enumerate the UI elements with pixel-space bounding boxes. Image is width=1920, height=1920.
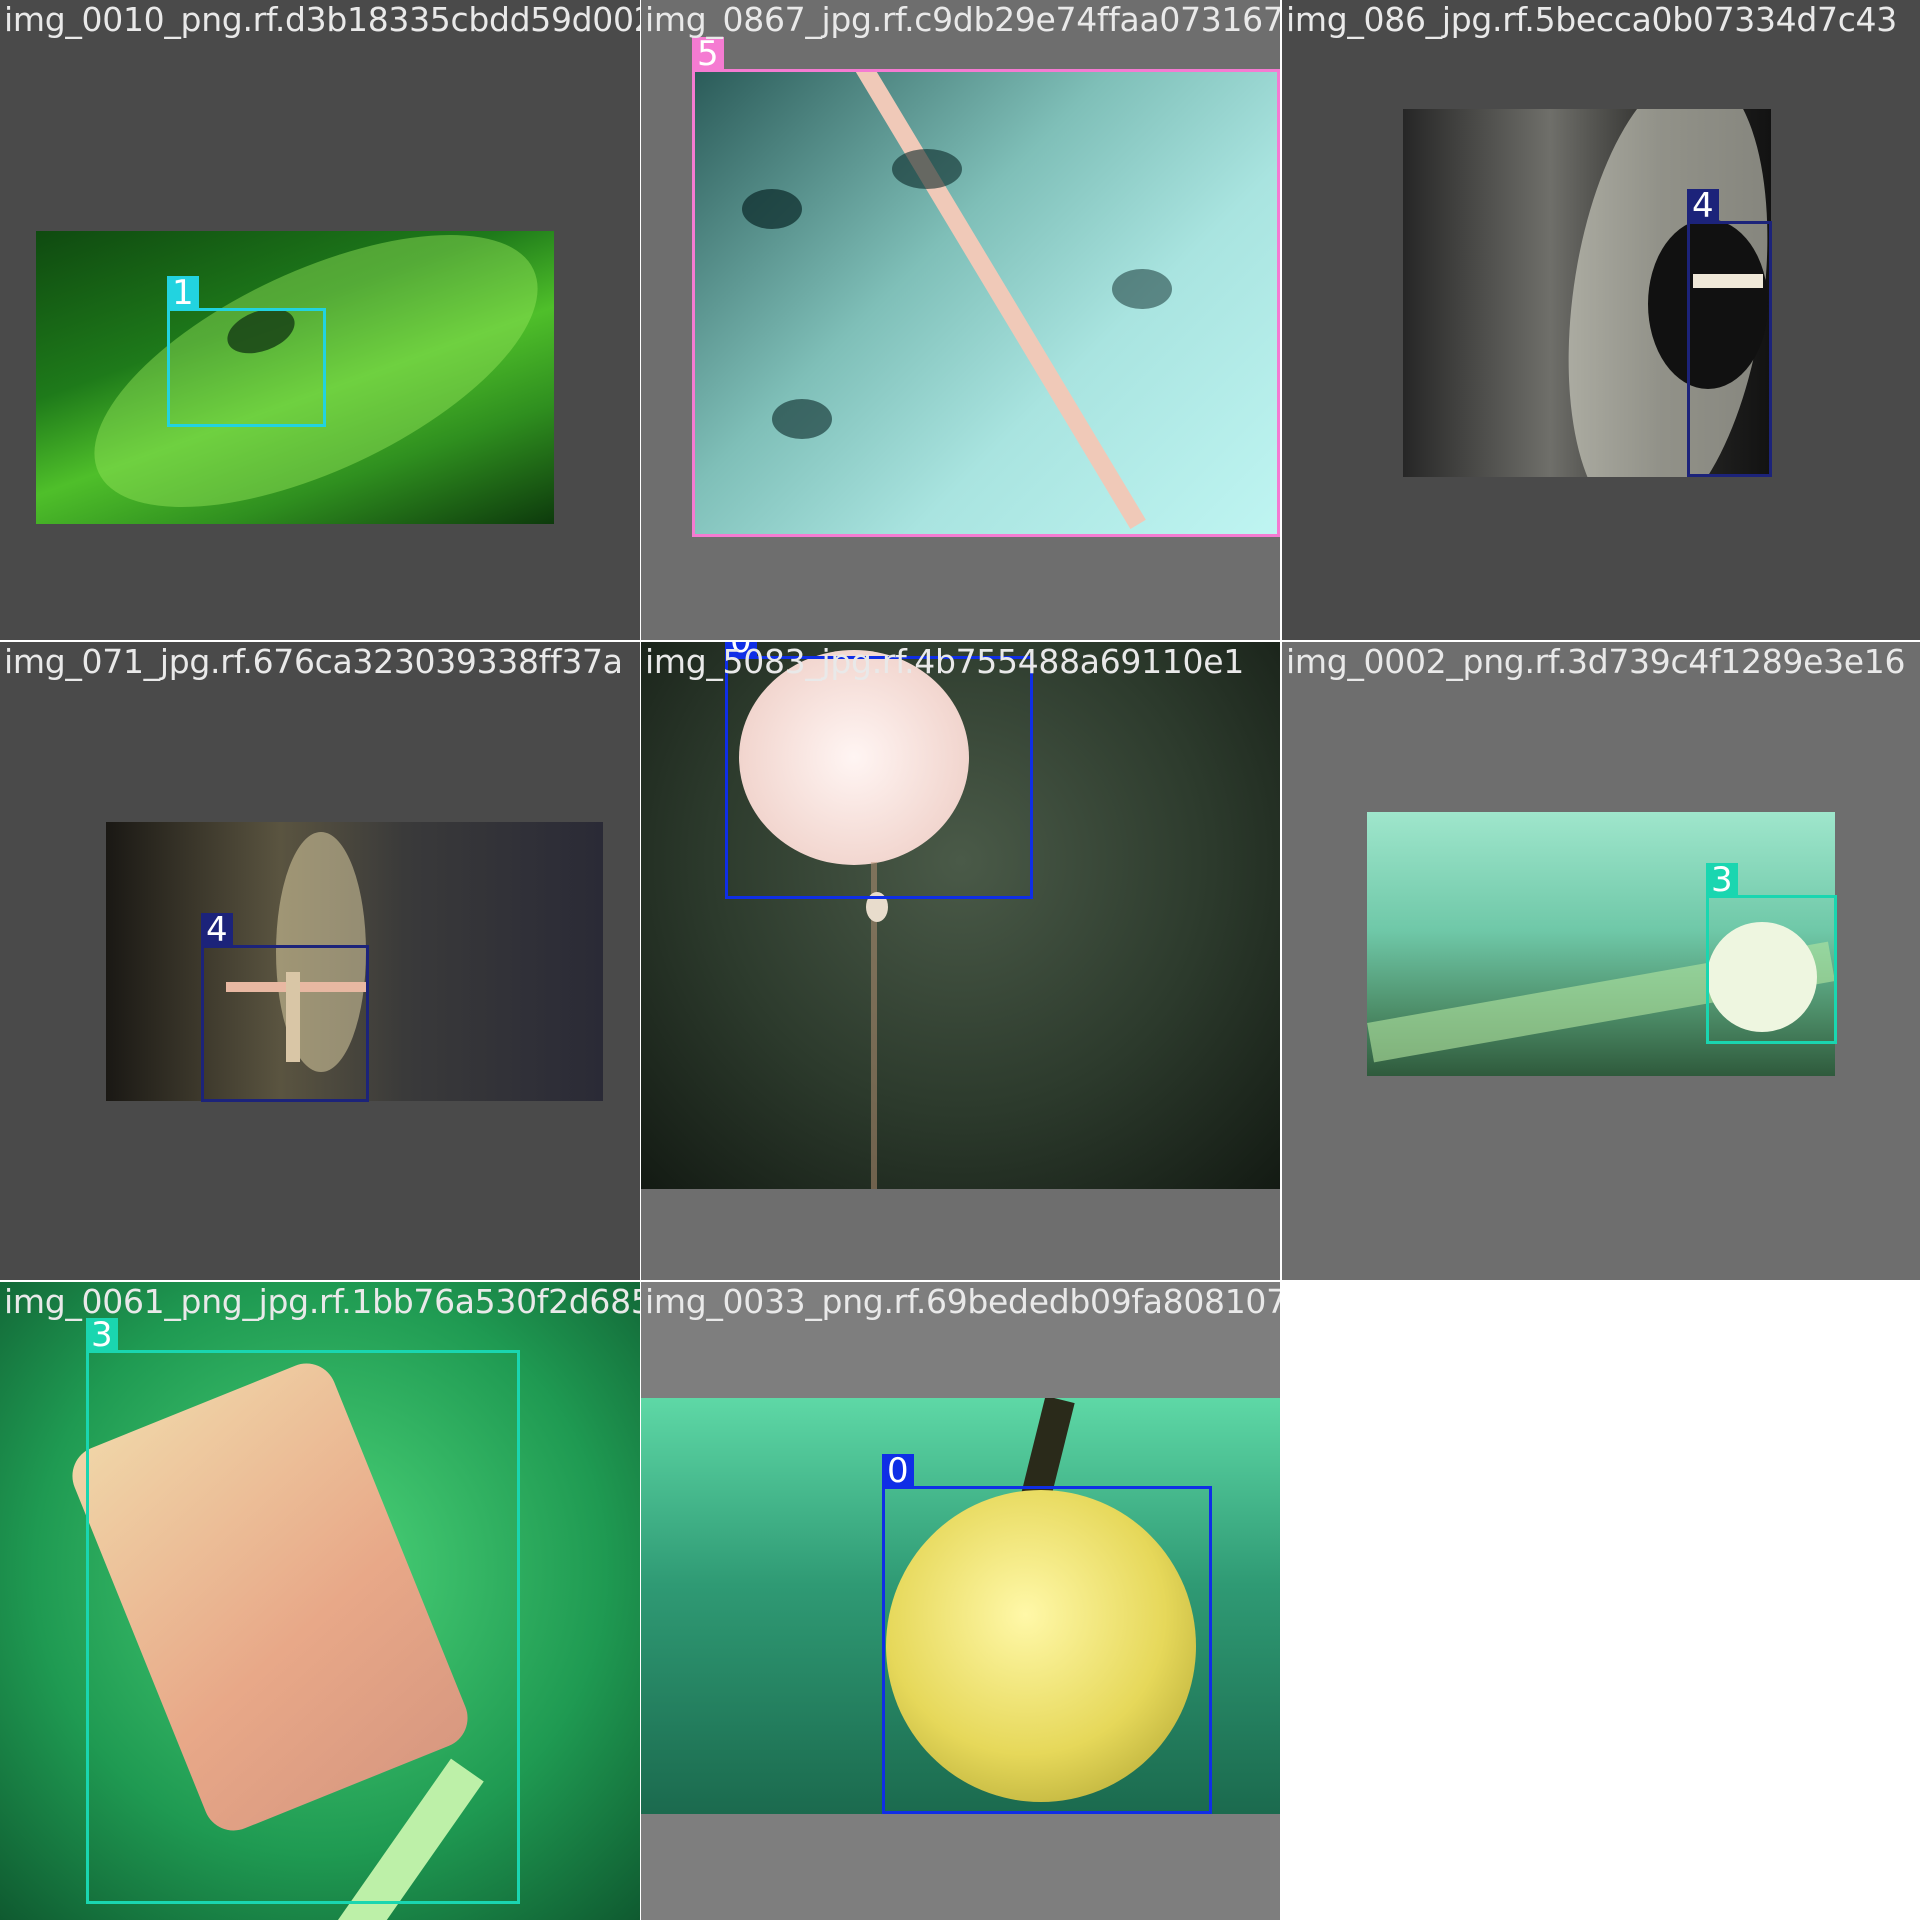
detection-box <box>882 1486 1212 1814</box>
tile-4: img_071_jpg.rf.676ca323039338ff37a 4 <box>0 642 642 1282</box>
tile-1: img_0010_png.rf.d3b18335cbdd59d0027a8867… <box>0 0 642 642</box>
detection-box <box>725 656 1033 899</box>
empty-cell <box>1282 1282 1920 1920</box>
tile-caption: img_5083_jpg.rf.4b755488a69110e1 <box>645 642 1244 681</box>
class-label: 4 <box>1687 189 1719 223</box>
detection-box <box>201 945 369 1102</box>
tile-caption: img_0010_png.rf.d3b18335cbdd59d0027a8867 <box>4 0 640 39</box>
tile-2: img_0867_jpg.rf.c9db29e74ffaa0731679ac0a… <box>641 0 1282 642</box>
class-label: 0 <box>882 1454 914 1488</box>
class-label: 3 <box>1706 863 1738 897</box>
detection-box <box>1687 221 1772 477</box>
tile-8: img_0033_png.rf.69bededb09fa808107763a61… <box>641 1282 1282 1920</box>
detection-box <box>692 69 1280 537</box>
class-label: 5 <box>692 37 724 71</box>
tile-6: img_0002_png.rf.3d739c4f1289e3e16 3 <box>1282 642 1920 1282</box>
tile-caption: img_0033_png.rf.69bededb09fa808107763a61 <box>645 1282 1280 1321</box>
tile-caption: img_0061_png_jpg.rf.1bb76a530f2d685d8f <box>4 1282 642 1321</box>
detection-box <box>167 308 326 427</box>
tile-caption: img_086_jpg.rf.5becca0b07334d7c43 <box>1286 0 1897 39</box>
tile-7: img_0061_png_jpg.rf.1bb76a530f2d685d8f 3 <box>0 1282 642 1920</box>
tile-caption: img_0002_png.rf.3d739c4f1289e3e16 <box>1286 642 1906 681</box>
tile-3: img_086_jpg.rf.5becca0b07334d7c43 4 <box>1282 0 1920 642</box>
detection-box <box>1706 895 1837 1044</box>
tile-caption: img_0867_jpg.rf.c9db29e74ffaa0731679ac0a <box>645 0 1282 39</box>
tile-caption: img_071_jpg.rf.676ca323039338ff37a <box>4 642 623 681</box>
class-label: 1 <box>167 276 199 310</box>
class-label: 4 <box>201 913 233 947</box>
detection-box <box>86 1350 520 1904</box>
class-label: 3 <box>86 1318 118 1352</box>
tile-5: img_5083_jpg.rf.4b755488a69110e1 0 <box>641 642 1282 1282</box>
